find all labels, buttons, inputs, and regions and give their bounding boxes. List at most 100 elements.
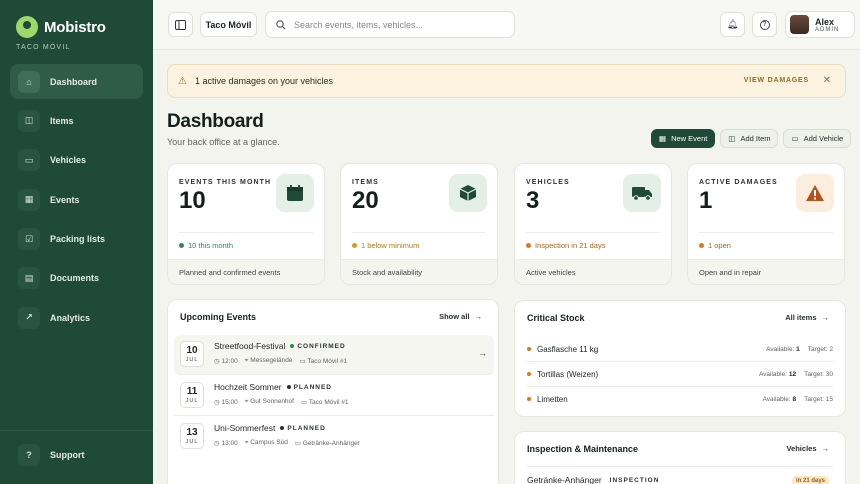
page-title: Dashboard <box>167 111 264 132</box>
sidebar-item-label: Vehicles <box>50 155 87 166</box>
brand[interactable]: Mobistro <box>16 16 106 38</box>
truck-icon: ▭ <box>791 134 799 143</box>
item-name: Gasflasche 11 kg <box>537 344 599 354</box>
pin-icon: ⌖ Gut Sonnenhof <box>244 398 294 405</box>
user-role: ADMIN <box>815 26 840 33</box>
calendar-icon <box>276 174 314 212</box>
inspection-row[interactable]: Getränke-Anhänger INSPECTION <box>527 475 659 484</box>
status-badge: PLANNED <box>280 425 325 432</box>
show-all-label: Show all <box>439 312 470 321</box>
event-title-row: Hochzeit Sommer PLANNED <box>214 382 332 392</box>
item-name: Limetten <box>537 394 568 404</box>
help-button[interactable]: ? <box>752 12 777 37</box>
stat-value: 20 <box>352 187 379 214</box>
pin-icon: ⌖ Campus Süd <box>244 439 288 446</box>
sidebar-item-dashboard[interactable]: ⌂ Dashboard <box>10 64 143 99</box>
add-item-button[interactable]: ◫ Add Item <box>720 129 779 148</box>
sidebar-item-vehicles[interactable]: ▭ Vehicles <box>10 143 143 178</box>
status-dot <box>527 347 531 351</box>
list-item[interactable]: Tortillas (Weizen) Available: 12 Target:… <box>527 362 833 386</box>
status-dot <box>286 385 291 389</box>
home-icon: ⌂ <box>18 70 40 93</box>
new-event-button[interactable]: ▦ New Event <box>651 129 716 148</box>
stat-label: EVENTS THIS MONTH <box>179 179 272 186</box>
event-vehicle: Getränke-Anhänger <box>302 440 360 447</box>
close-icon[interactable]: ✕ <box>823 75 831 86</box>
divider <box>527 466 833 467</box>
divider <box>352 232 486 233</box>
event-date: 10 JUL <box>180 341 204 367</box>
status-text: PLANNED <box>287 424 326 432</box>
workspace-button[interactable]: Taco Móvil <box>200 12 257 37</box>
event-row[interactable]: 13 JUL Uni-Sommerfest PLANNED ◷ 13:00 ⌖ … <box>174 417 494 457</box>
support-link[interactable]: ? Support <box>18 444 85 466</box>
box-icon <box>449 174 487 212</box>
inspection-panel: Inspection & Maintenance Vehicles → Getr… <box>514 431 846 484</box>
event-meta: ◷ 13:00 ⌖ Campus Süd ▭ Getränke-Anhänger <box>214 439 360 447</box>
sidebar-item-documents[interactable]: ▤ Documents <box>10 261 143 296</box>
bell-icon: 🔔︎ <box>726 19 739 29</box>
event-month: JUL <box>185 357 199 363</box>
sidebar-item-analytics[interactable]: ↗ Analytics <box>10 300 143 335</box>
topbar: Taco Móvil Search events, items, vehicle… <box>153 0 860 50</box>
clock-icon: ◷ 13:00 <box>214 440 238 447</box>
sidebar-item-packing-lists[interactable]: ☑ Packing lists <box>10 222 143 257</box>
available-value: 1 <box>796 345 800 353</box>
vehicle-icon: ▭ Getränke-Anhänger <box>294 440 360 447</box>
status-text: PLANNED <box>293 383 332 391</box>
search-placeholder: Search events, items, vehicles... <box>294 19 424 30</box>
divider <box>699 232 833 233</box>
all-items-link[interactable]: All items → <box>785 313 829 322</box>
page-subtitle: Your back office at a glance. <box>167 137 280 147</box>
upcoming-events-panel: Upcoming Events Show all → 10 JUL Street… <box>167 299 499 484</box>
view-damages-link[interactable]: VIEW DAMAGES <box>744 77 809 84</box>
event-row[interactable]: 10 JUL Streetfood-Festival CONFIRMED ◷ 1… <box>174 335 494 375</box>
notifications-button[interactable]: 🔔︎ <box>720 12 745 37</box>
sidebar-item-items[interactable]: ◫ Items <box>10 103 143 138</box>
divider <box>174 415 494 416</box>
event-meta: ◷ 12:00 ⌖ Messegelände ▭ Taco Móvil #1 <box>214 357 347 365</box>
item-name: Tortillas (Weizen) <box>537 369 599 379</box>
damage-alert: ⚠ 1 active damages on your vehicles VIEW… <box>167 64 846 98</box>
panel-title: Critical Stock <box>527 313 585 323</box>
sidebar-item-events[interactable]: ▦ Events <box>10 182 143 217</box>
sidebar: Mobistro TACO MÓVIL ⌂ Dashboard ◫ Items … <box>0 0 153 484</box>
add-vehicle-button[interactable]: ▭ Add Vehicle <box>783 129 852 148</box>
arrow-right-icon: → <box>821 444 830 453</box>
box-icon: ◫ <box>18 109 40 132</box>
event-day: 10 <box>186 345 198 356</box>
stat-card-vehicles[interactable]: VEHICLES 3 Inspection in 21 days Active … <box>514 163 672 285</box>
divider <box>179 232 313 233</box>
search-input[interactable]: Search events, items, vehicles... <box>265 11 515 38</box>
vehicles-link[interactable]: Vehicles → <box>786 444 829 453</box>
warning-icon: ⚠ <box>178 75 187 87</box>
status-badge: PLANNED <box>286 383 332 391</box>
toggle-sidebar-button[interactable] <box>168 12 193 37</box>
event-day: 13 <box>186 427 198 438</box>
stat-card-items[interactable]: ITEMS 20 1 below minimum Stock and avail… <box>340 163 498 285</box>
stat-value: 1 <box>699 187 713 214</box>
stat-note: 1 open <box>699 241 731 250</box>
target-value: 2 <box>829 345 833 353</box>
document-icon: ▤ <box>18 267 40 290</box>
target-label: Target: <box>807 345 828 353</box>
stat-card-damages[interactable]: ACTIVE DAMAGES 1 1 open Open and in repa… <box>687 163 845 285</box>
user-menu[interactable]: Alex ADMIN <box>785 11 855 38</box>
available-value: 8 <box>792 395 797 403</box>
list-item[interactable]: Gasflasche 11 kg Available: 1 Target: 2 <box>527 337 833 361</box>
stat-note-text: Inspection in 21 days <box>535 241 606 250</box>
show-all-link[interactable]: Show all → <box>439 312 482 321</box>
status-dot <box>179 243 184 248</box>
stat-card-events[interactable]: EVENTS THIS MONTH 10 10 this month Plann… <box>167 163 325 285</box>
new-event-label: New Event <box>671 134 708 143</box>
event-place: Campus Süd <box>250 439 288 446</box>
stat-note: Inspection in 21 days <box>526 241 605 250</box>
available-label: Available: <box>766 345 795 353</box>
stat-footer: Open and in repair <box>688 259 844 284</box>
help-icon: ? <box>759 19 770 30</box>
target-label: Target: <box>804 370 824 378</box>
sidebar-toggle-icon <box>175 19 186 30</box>
list-item[interactable]: Limetten Available: 8 Target: 15 <box>527 387 833 411</box>
available-label: Available: <box>758 370 788 378</box>
event-row[interactable]: 11 JUL Hochzeit Sommer PLANNED ◷ 15:00 ⌖… <box>174 376 494 416</box>
